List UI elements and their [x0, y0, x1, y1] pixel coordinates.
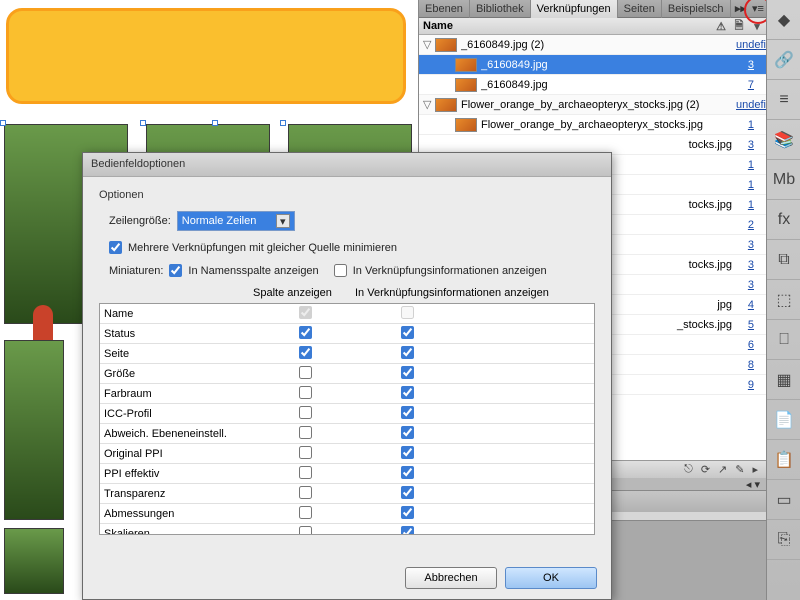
thumb-info-checkbox[interactable]: [334, 264, 347, 277]
links-header: Name ⚠ 🗎 ▾: [419, 18, 766, 35]
option-row: Seite: [100, 344, 594, 364]
tool-icon[interactable]: Mb: [767, 160, 800, 200]
column-show-header: Spalte anzeigen: [253, 287, 355, 299]
option-row: Status: [100, 324, 594, 344]
column-name[interactable]: Name: [423, 20, 712, 32]
show-info-checkbox[interactable]: [401, 366, 414, 379]
show-info-checkbox[interactable]: [401, 426, 414, 439]
option-row: Skalieren: [100, 524, 594, 535]
tool-icon[interactable]: 📋: [767, 440, 800, 480]
update-icon[interactable]: ⟳: [701, 463, 710, 476]
show-info-checkbox[interactable]: [401, 386, 414, 399]
show-info-checkbox[interactable]: [401, 466, 414, 479]
tab-library[interactable]: Bibliothek: [470, 0, 531, 18]
tabs-overflow-icon[interactable]: ▸▸: [731, 2, 750, 15]
minimize-label: Mehrere Verknüpfungen mit gleicher Quell…: [128, 242, 397, 254]
option-row: Abweich. Ebeneneinstell.: [100, 424, 594, 444]
column-info-header: In Verknüpfungsinformationen anzeigen: [355, 287, 595, 299]
show-info-checkbox[interactable]: [401, 326, 414, 339]
option-row: Größe: [100, 364, 594, 384]
show-column-checkbox[interactable]: [299, 386, 312, 399]
link-row[interactable]: _6160849.jpg7: [419, 75, 766, 95]
tab-links[interactable]: Verknüpfungen: [531, 0, 618, 18]
tool-icon[interactable]: ⬚: [767, 280, 800, 320]
option-row: Abmessungen: [100, 504, 594, 524]
ok-button[interactable]: OK: [505, 567, 597, 589]
panel-menu-icon[interactable]: ▾≡: [750, 2, 766, 15]
image-frame[interactable]: [4, 528, 64, 594]
show-column-checkbox[interactable]: [299, 526, 312, 536]
thumb-name-checkbox[interactable]: [169, 264, 182, 277]
show-info-checkbox[interactable]: [401, 346, 414, 359]
more-icon[interactable]: ▸: [752, 463, 758, 476]
relink-icon[interactable]: ⎋: [684, 463, 693, 476]
edit-icon[interactable]: ✎: [735, 463, 744, 476]
sort-icon[interactable]: ▾: [748, 20, 766, 33]
link-row[interactable]: ▽_6160849.jpg (2)undefined: [419, 35, 766, 55]
show-column-checkbox[interactable]: [299, 486, 312, 499]
tool-icon[interactable]: ▦: [767, 360, 800, 400]
show-info-checkbox[interactable]: [401, 446, 414, 459]
show-column-checkbox[interactable]: [299, 466, 312, 479]
options-table[interactable]: NameStatusSeiteGrößeFarbraumICC-ProfilAb…: [99, 303, 595, 535]
show-column-checkbox[interactable]: [299, 326, 312, 339]
tool-icon[interactable]: ▭: [767, 480, 800, 520]
show-info-checkbox[interactable]: [401, 306, 414, 319]
panel-options-dialog: Bedienfeldoptionen Optionen Zeilengröße:…: [82, 152, 612, 600]
show-info-checkbox[interactable]: [401, 406, 414, 419]
tab-pages[interactable]: Seiten: [618, 0, 662, 18]
row-size-label: Zeilengröße:: [109, 215, 171, 227]
option-row: Name: [100, 304, 594, 324]
show-column-checkbox[interactable]: [299, 346, 312, 359]
thumbs-label: Miniaturen:: [109, 265, 163, 277]
tool-icon[interactable]: ≡: [767, 80, 800, 120]
show-column-checkbox[interactable]: [299, 366, 312, 379]
tool-icon[interactable]: 🔗: [767, 40, 800, 80]
show-column-checkbox[interactable]: [299, 506, 312, 519]
row-size-combo[interactable]: Normale Zeilen▾: [177, 211, 295, 231]
link-row[interactable]: ▽Flower_orange_by_archaeopteryx_stocks.j…: [419, 95, 766, 115]
show-column-checkbox[interactable]: [299, 446, 312, 459]
tool-icon[interactable]: ⧉: [767, 240, 800, 280]
show-info-checkbox[interactable]: [401, 506, 414, 519]
link-row[interactable]: Flower_orange_by_archaeopteryx_stocks.jp…: [419, 115, 766, 135]
option-row: Original PPI: [100, 444, 594, 464]
panel-tabs: Ebenen Bibliothek Verknüpfungen Seiten B…: [419, 0, 766, 18]
tool-icon[interactable]: 📚: [767, 120, 800, 160]
show-column-checkbox[interactable]: [299, 426, 312, 439]
tool-icon[interactable]: ⎘: [767, 520, 800, 560]
goto-icon[interactable]: ↗: [718, 463, 727, 476]
tool-icon[interactable]: 📄: [767, 400, 800, 440]
show-column-checkbox[interactable]: [299, 306, 312, 319]
dialog-title: Bedienfeldoptionen: [83, 153, 611, 177]
page-icon[interactable]: 🗎: [730, 17, 748, 36]
option-row: Transparenz: [100, 484, 594, 504]
thumb-info-label: In Verknüpfungsinformationen anzeigen: [353, 265, 547, 277]
image-frame[interactable]: [4, 340, 64, 520]
orange-frame[interactable]: [6, 8, 406, 104]
tab-sample[interactable]: Beispielsch: [662, 0, 731, 18]
options-section-label: Optionen: [99, 189, 595, 201]
minimize-checkbox[interactable]: [109, 241, 122, 254]
option-row: ICC-Profil: [100, 404, 594, 424]
tool-icon[interactable]: ⎕: [767, 320, 800, 360]
link-row[interactable]: _6160849.jpg3: [419, 55, 766, 75]
show-column-checkbox[interactable]: [299, 406, 312, 419]
cancel-button[interactable]: Abbrechen: [405, 567, 497, 589]
thumb-name-label: In Namensspalte anzeigen: [188, 265, 318, 277]
tool-icon[interactable]: ◆: [767, 0, 800, 40]
option-row: PPI effektiv: [100, 464, 594, 484]
show-info-checkbox[interactable]: [401, 526, 414, 536]
tool-icon[interactable]: fx: [767, 200, 800, 240]
show-info-checkbox[interactable]: [401, 486, 414, 499]
warning-icon[interactable]: ⚠: [712, 20, 730, 33]
option-row: Farbraum: [100, 384, 594, 404]
tab-layers[interactable]: Ebenen: [419, 0, 470, 18]
chevron-down-icon: ▾: [276, 214, 290, 228]
tool-strip: ◆ 🔗 ≡ 📚 Mb fx ⧉ ⬚ ⎕ ▦ 📄 📋 ▭ ⎘: [766, 0, 800, 600]
